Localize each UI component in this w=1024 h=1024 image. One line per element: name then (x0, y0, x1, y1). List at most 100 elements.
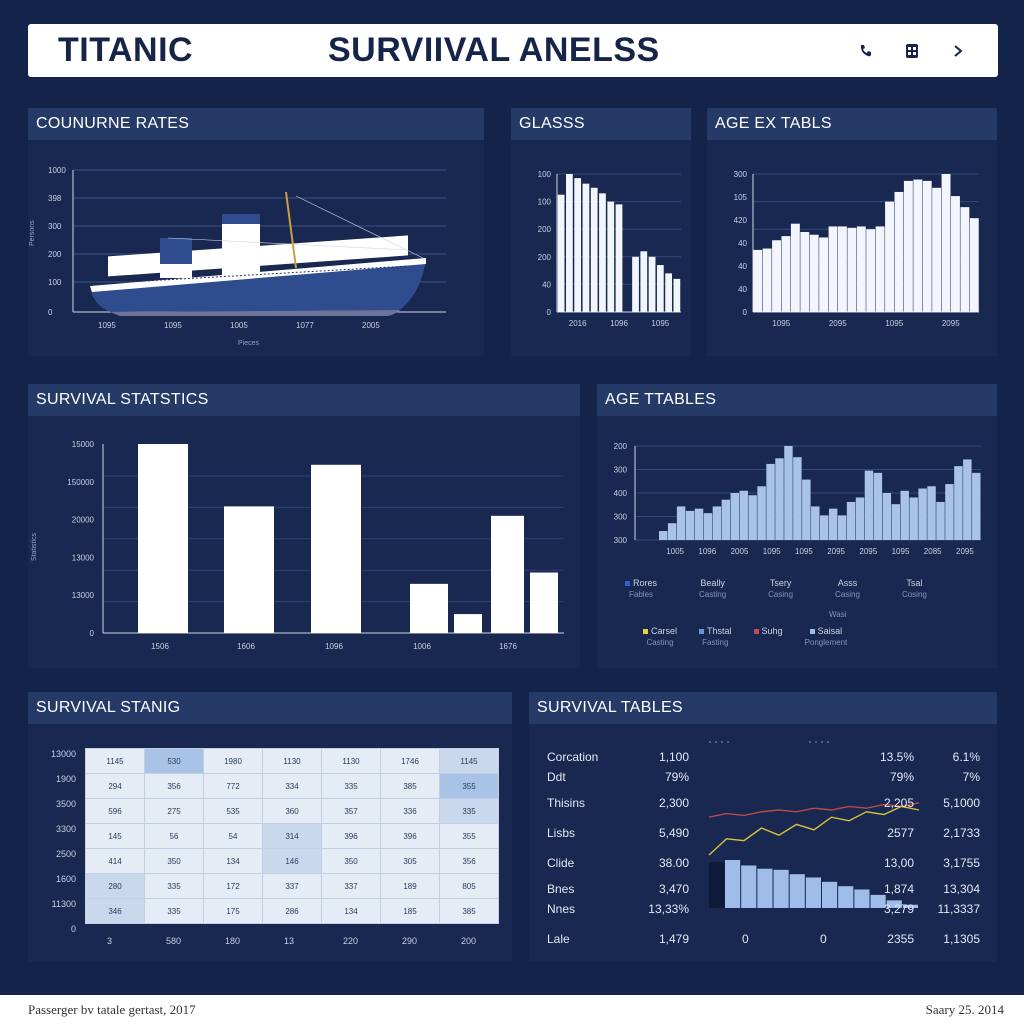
x-tick: 580 (166, 936, 182, 946)
footer-date: Saary 25. 2014 (925, 1001, 1004, 1017)
bar (945, 484, 954, 540)
bar (866, 229, 876, 312)
table-row: 596 275 535 360 357 336 335 (85, 798, 499, 824)
legend-item: Thstal Fasting (699, 626, 732, 647)
stat-value: 7% (962, 770, 980, 784)
bar (673, 278, 681, 312)
table-cell: 335 (144, 898, 204, 924)
bar (656, 265, 664, 312)
x-tick: 3 (107, 936, 113, 946)
y-tick: 40 (738, 285, 747, 294)
stat-value: 1,874 (883, 882, 914, 896)
y-tick: 200 (614, 442, 628, 451)
age-ex-chart: 40 40 40 420 105 300 0 1095 2095 1095 2095 (734, 170, 979, 328)
x-tick: 2095 (827, 547, 845, 556)
x-tick: 1096 (325, 642, 343, 651)
legend-sublabel: Cosing (901, 590, 927, 599)
x-tick: 1676 (499, 642, 517, 651)
table-cell: 772 (203, 773, 263, 799)
stat-value: 79% (664, 770, 689, 784)
table-cell: 356 (439, 848, 499, 874)
table-cell: 350 (144, 848, 204, 874)
bar (819, 237, 829, 312)
legend-item: Beally Casting (699, 578, 726, 599)
bar (775, 458, 784, 540)
bar (900, 490, 909, 540)
legend-item: Suhg (753, 626, 783, 647)
bar (784, 446, 793, 540)
y-tick: 400 (614, 489, 628, 498)
stat-value: 3,279 (883, 902, 914, 916)
legend-item: Saisal Ponglement (805, 626, 848, 647)
bar (311, 464, 361, 633)
bar (694, 508, 704, 540)
phone-icon[interactable] (856, 41, 876, 61)
y-tick: 0 (743, 308, 748, 317)
bar (793, 457, 802, 540)
y-tick: 300 (614, 466, 628, 475)
legend-top: Rores Fables Beally Casting Tsery Casing Asss C… (625, 578, 927, 599)
legend-sublabel: Fables (629, 590, 654, 599)
y-tick: 40 (738, 239, 747, 248)
stat-value: 6.1% (952, 750, 980, 764)
x-tick: 290 (402, 936, 418, 946)
glasss-chart: 40 200 200 100 100 0 2016 1096 1095 (538, 170, 681, 328)
y-tick: 0 (547, 308, 552, 317)
table-cell: 146 (262, 848, 322, 874)
legend-sublabel: Casting (699, 590, 727, 599)
table-row: 346 335 175 286 134 185 385 (85, 898, 499, 924)
y-tick: 3300 (55, 824, 76, 834)
panel-survival-standing: SURVIVAL STANIG 0 11300 1600 2500 3300 3500 19… (28, 692, 512, 962)
y-tick: 200 (538, 253, 552, 262)
bar (856, 226, 866, 312)
bar (954, 466, 963, 540)
legend-sublabel: Ponglement (804, 638, 848, 647)
y-tick: 200 (48, 250, 62, 259)
table-row: 1145 530 1980 1130 1130 1746 1145 (85, 748, 499, 774)
x-tick: 1006 (413, 642, 431, 651)
legend-sublabel: Fasting (702, 638, 729, 647)
panel-title: AGE EX TABLS (707, 108, 997, 140)
stat-value: 2,1733 (943, 826, 980, 840)
bar (932, 187, 942, 312)
x-tick: 2095 (859, 547, 877, 556)
stat-value: 11,3337 (937, 902, 981, 916)
table-row: 145 56 54 314 396 396 355 (85, 823, 499, 849)
legend-swatch (625, 581, 630, 587)
table-cell: 175 (203, 898, 263, 924)
bar (894, 191, 904, 312)
table-cell: 286 (262, 898, 322, 924)
table-cell: 530 (144, 748, 204, 774)
stat-value: 2577 (887, 826, 914, 840)
bar (582, 183, 590, 312)
stat-value: 79% (889, 770, 914, 784)
bar (855, 497, 865, 540)
panel-title: AGE TTABLES (597, 384, 997, 416)
y-tick: 0 (90, 629, 95, 638)
x-tick: 1095 (772, 319, 790, 328)
table-cell: 54 (203, 823, 263, 849)
legend-label: Thstal (707, 626, 732, 636)
y-tick: 3500 (55, 799, 76, 809)
x-tick: 200 (461, 936, 477, 946)
table-cell: 56 (144, 823, 204, 849)
table-cell: 396 (380, 823, 440, 849)
stat-value: Lale (547, 932, 570, 946)
legend-sublabel: Casting (646, 638, 674, 647)
table-cell: 185 (380, 898, 440, 924)
y-tick: 13000 (72, 591, 95, 600)
bar (927, 486, 936, 540)
legend-sublabel: Casing (768, 590, 794, 599)
y-tick: 398 (48, 194, 62, 203)
x-tick: 1095 (763, 547, 781, 556)
table-cell: 275 (144, 798, 204, 824)
table-cell: 172 (203, 873, 263, 899)
grid-icon[interactable] (902, 41, 922, 61)
chevron-right-icon[interactable] (948, 41, 968, 61)
y-tick: 150000 (67, 478, 94, 487)
heat-y-ticks: 0 11300 1600 2500 3300 3500 1900 13000 (36, 748, 76, 934)
table-cell: 385 (439, 898, 499, 924)
bar (838, 226, 847, 312)
y-tick: 200 (538, 225, 552, 234)
stat-value: 1,100 (658, 750, 689, 764)
